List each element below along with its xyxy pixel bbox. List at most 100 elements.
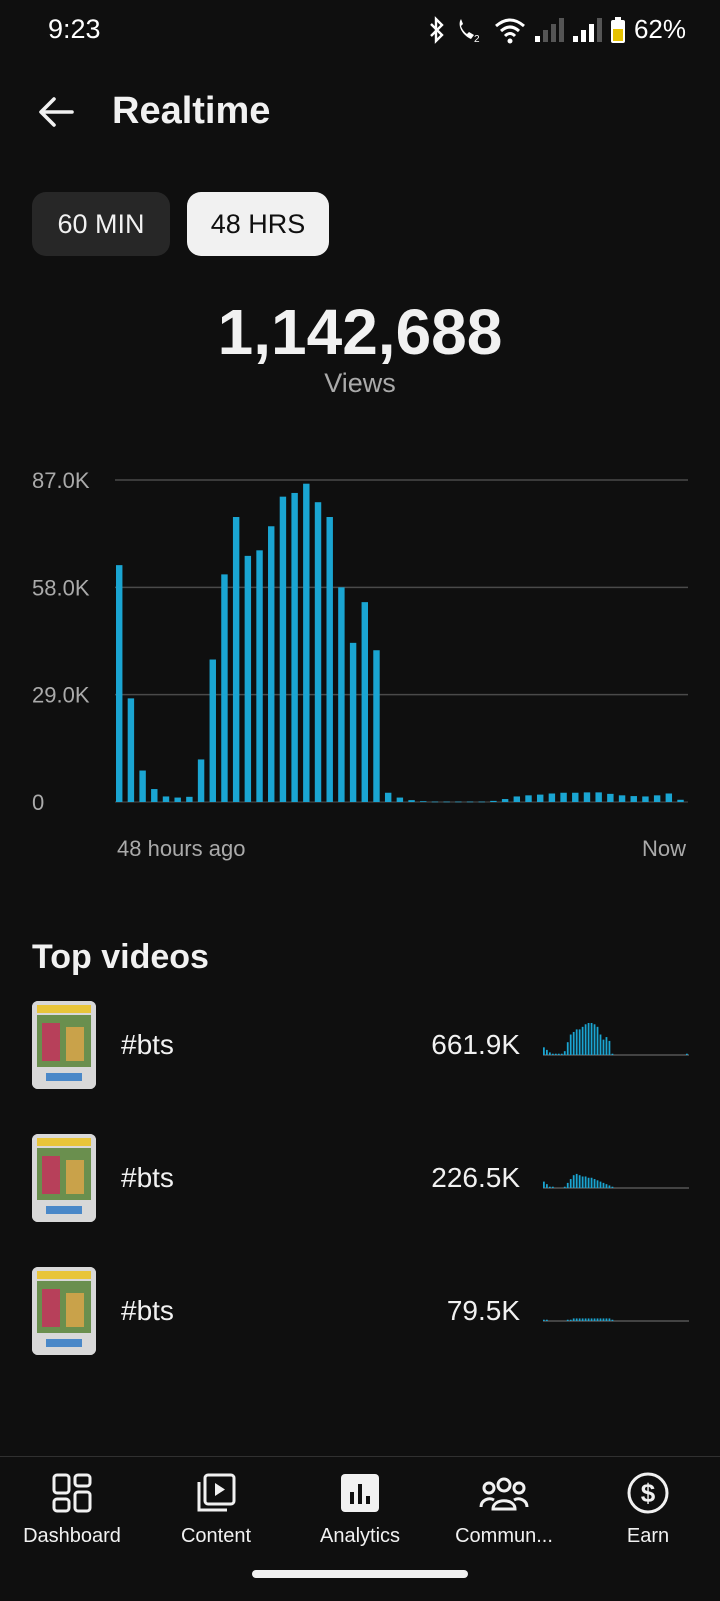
- chart-bar[interactable]: [232, 517, 240, 802]
- chart-bar[interactable]: [665, 793, 673, 802]
- video-views: 661.9K: [431, 1029, 520, 1060]
- thumbnail-image: [32, 1134, 96, 1222]
- chart-bar[interactable]: [127, 698, 135, 802]
- chart-bar[interactable]: [116, 565, 123, 802]
- chart-bar[interactable]: [349, 642, 357, 802]
- chart-y-tick-label: 29.0K: [32, 683, 90, 708]
- chart-bar[interactable]: [572, 792, 579, 802]
- nav-earn[interactable]: $ Earn: [576, 1467, 720, 1548]
- tab-48-hrs[interactable]: 48 HRS: [187, 192, 329, 256]
- nav-analytics[interactable]: Analytics: [288, 1467, 432, 1548]
- battery-icon: [610, 16, 625, 43]
- home-indicator[interactable]: [252, 1570, 468, 1578]
- chart-bar[interactable]: [186, 796, 193, 802]
- sparkline-bar: [543, 1047, 545, 1055]
- chart-bar[interactable]: [466, 801, 474, 803]
- tab-60-min[interactable]: 60 MIN: [32, 192, 170, 256]
- chart-bar[interactable]: [384, 792, 392, 802]
- chart-bar[interactable]: [221, 574, 228, 802]
- chart-bar[interactable]: [326, 517, 333, 802]
- chart-bar[interactable]: [174, 797, 181, 802]
- sparkline-bar: [575, 1173, 578, 1188]
- video-sparkline: [543, 1318, 689, 1322]
- sparkline-bar: [584, 1176, 587, 1188]
- sparkline-bar: [596, 1318, 599, 1321]
- sparkline-bar: [545, 1184, 548, 1188]
- signal-1-icon: [534, 17, 564, 42]
- chart-bar[interactable]: [139, 770, 146, 802]
- chart-bar[interactable]: [618, 795, 626, 802]
- video-title[interactable]: #bts: [121, 1295, 174, 1327]
- back-arrow-icon[interactable]: [34, 90, 78, 134]
- chart-x-start-label: 48 hours ago: [117, 836, 246, 861]
- chart-bar[interactable]: [396, 797, 404, 802]
- chart-bar[interactable]: [268, 526, 275, 802]
- chart-bar[interactable]: [162, 796, 170, 802]
- bluetooth-icon: [430, 15, 444, 44]
- chart-bar[interactable]: [408, 800, 415, 802]
- video-thumbnail[interactable]: [32, 1001, 96, 1089]
- chart-bar[interactable]: [420, 801, 427, 802]
- nav-dashboard[interactable]: Dashboard: [0, 1467, 144, 1548]
- video-views: 79.5K: [446, 1295, 520, 1326]
- chart-bar[interactable]: [630, 796, 637, 802]
- top-video-row[interactable]: #bts 226.5K: [0, 1134, 720, 1234]
- video-thumbnail[interactable]: [32, 1267, 96, 1355]
- sparkline-bar: [608, 1185, 611, 1188]
- chart-bar[interactable]: [478, 801, 485, 803]
- chart-bar[interactable]: [197, 759, 205, 802]
- video-thumbnail[interactable]: [32, 1134, 96, 1222]
- chart-bar[interactable]: [373, 650, 380, 802]
- sparkline-bar: [548, 1186, 551, 1188]
- chart-bar[interactable]: [490, 800, 497, 802]
- chart-bar[interactable]: [525, 795, 532, 802]
- sparkline-bar: [587, 1177, 590, 1188]
- chart-bar[interactable]: [536, 794, 544, 802]
- sparkline-bar: [563, 1186, 566, 1188]
- dashboard-icon: [52, 1473, 92, 1513]
- chart-bar[interactable]: [443, 801, 450, 803]
- sparkline-bar: [581, 1176, 584, 1188]
- sparkline-bar: [569, 1179, 572, 1188]
- chart-bar[interactable]: [560, 792, 567, 802]
- sparkline-bar: [566, 1319, 569, 1321]
- chart-bar[interactable]: [513, 796, 521, 802]
- chart-bar[interactable]: [677, 799, 684, 802]
- chart-bar[interactable]: [256, 550, 263, 802]
- video-views: 226.5K: [431, 1162, 520, 1193]
- chart-bar[interactable]: [642, 796, 649, 802]
- chart-bar[interactable]: [431, 801, 439, 803]
- top-video-row[interactable]: #bts 661.9K: [0, 1001, 720, 1101]
- chart-bar[interactable]: [361, 602, 368, 802]
- chart-bar[interactable]: [338, 587, 345, 802]
- sparkline-bar: [602, 1318, 605, 1321]
- chart-y-tick-label: 58.0K: [32, 575, 90, 600]
- chart-bar[interactable]: [279, 496, 287, 802]
- chart-bar[interactable]: [548, 793, 556, 802]
- video-title[interactable]: #bts: [121, 1029, 174, 1061]
- chart-bar[interactable]: [455, 801, 462, 803]
- sparkline-bar: [686, 1053, 688, 1055]
- chart-bar[interactable]: [653, 795, 661, 802]
- video-title[interactable]: #bts: [121, 1162, 174, 1194]
- sparkline-bar: [548, 1052, 551, 1055]
- chart-bar[interactable]: [314, 502, 322, 802]
- chart-bar[interactable]: [607, 793, 614, 802]
- sparkline-bar: [608, 1040, 611, 1055]
- chart-bar[interactable]: [595, 792, 602, 802]
- chart-bar[interactable]: [583, 792, 591, 802]
- chart-y-tick-label: 87.0K: [32, 468, 90, 493]
- chart-bar[interactable]: [244, 555, 252, 802]
- sparkline-bar: [599, 1181, 602, 1188]
- nav-community[interactable]: Commun...: [432, 1467, 576, 1548]
- chart-bar[interactable]: [209, 659, 216, 802]
- chart-bar[interactable]: [291, 492, 298, 802]
- status-icons: 2 62%: [428, 14, 686, 45]
- sparkline-bar: [611, 1053, 614, 1055]
- top-video-row[interactable]: #bts 79.5K: [0, 1267, 720, 1367]
- chart-bar[interactable]: [501, 799, 509, 802]
- sparkline-bar: [590, 1318, 593, 1321]
- nav-content[interactable]: Content: [144, 1467, 288, 1548]
- chart-bar[interactable]: [151, 789, 158, 802]
- chart-bar[interactable]: [303, 483, 310, 802]
